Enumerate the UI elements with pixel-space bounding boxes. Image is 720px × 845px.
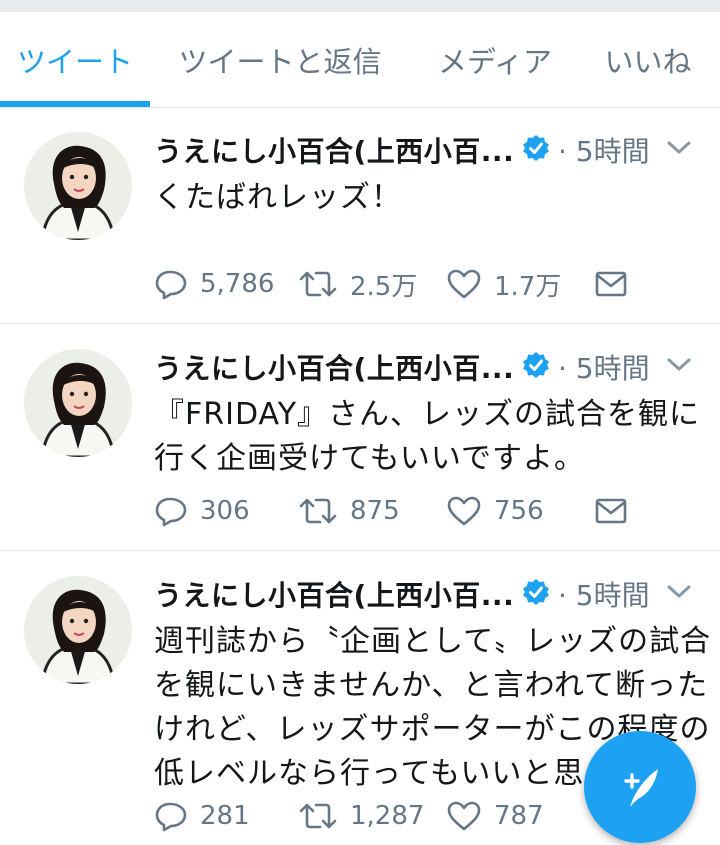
avatar[interactable] bbox=[24, 132, 132, 240]
active-tab-indicator bbox=[0, 101, 150, 107]
timestamp[interactable]: · 5時間 bbox=[558, 130, 650, 170]
like-count: 1.7万 bbox=[494, 271, 562, 302]
verified-badge-icon bbox=[523, 352, 549, 378]
tab-tweets[interactable]: ツイート bbox=[0, 12, 150, 108]
reply-button[interactable]: 281 bbox=[154, 796, 250, 836]
reply-icon bbox=[155, 497, 187, 527]
retweet-button[interactable]: 1,287 bbox=[298, 796, 424, 836]
timestamp[interactable]: · 5時間 bbox=[558, 574, 650, 614]
tweet-header: うえにし小百合(上西小百... · 5時間 bbox=[154, 130, 700, 170]
avatar-image bbox=[24, 132, 132, 240]
retweet-icon bbox=[299, 803, 337, 829]
tab-tweets-and-replies[interactable]: ツイートと返信 bbox=[160, 12, 400, 108]
reply-button[interactable]: 5,786 bbox=[154, 264, 274, 304]
retweet-button[interactable]: 875 bbox=[298, 491, 400, 531]
retweet-count: 1,287 bbox=[350, 801, 425, 831]
reply-count: 281 bbox=[200, 801, 250, 831]
envelope-icon bbox=[595, 271, 627, 297]
tweet-actions: 306 875 756 bbox=[154, 491, 654, 531]
tweet-actions: 281 1,287 787 bbox=[154, 796, 654, 836]
tweet-text-line: 『FRIDAY』さん、レッズの試合を観に bbox=[154, 397, 701, 432]
compose-tweet-button[interactable] bbox=[584, 731, 696, 843]
heart-icon bbox=[447, 496, 481, 526]
tweet-text-line: を観にいきませんか、と言われて断った bbox=[154, 668, 709, 703]
retweet-button[interactable]: 2.5万 bbox=[298, 264, 417, 304]
author-name[interactable]: うえにし小百合(上西小百... bbox=[154, 347, 514, 387]
heart-icon bbox=[447, 801, 481, 831]
profile-tabs: ツイート ツイートと返信 メディア いいね bbox=[0, 12, 720, 108]
retweet-icon bbox=[299, 271, 337, 297]
tweet[interactable]: うえにし小百合(上西小百... · 5時間 『FRIDAY』さん、レッズの試合を… bbox=[0, 325, 720, 551]
envelope-icon bbox=[595, 498, 627, 524]
tweet-text-line: 行く企画受けてもいいですよ。 bbox=[154, 441, 585, 476]
dm-button[interactable] bbox=[594, 264, 640, 304]
reply-button[interactable]: 306 bbox=[154, 491, 250, 531]
tweet-text: 『FRIDAY』さん、レッズの試合を観に 行く企画受けてもいいですよ。 bbox=[154, 393, 706, 481]
verified-badge-icon bbox=[523, 135, 549, 161]
dm-button[interactable] bbox=[594, 491, 640, 531]
heart-icon bbox=[447, 269, 481, 299]
chevron-down-icon[interactable] bbox=[666, 138, 692, 158]
tweet-header: うえにし小百合(上西小百... · 5時間 bbox=[154, 347, 700, 387]
tweet-text: くたばれレッズ！ bbox=[154, 176, 706, 220]
author-name[interactable]: うえにし小百合(上西小百... bbox=[154, 574, 514, 614]
avatar-image bbox=[24, 576, 132, 684]
tab-media[interactable]: メディア bbox=[420, 12, 570, 108]
tweet-header: うえにし小百合(上西小百... · 5時間 bbox=[154, 574, 700, 614]
timestamp[interactable]: · 5時間 bbox=[558, 347, 650, 387]
like-button[interactable]: 756 bbox=[446, 491, 544, 531]
like-count: 787 bbox=[494, 801, 544, 831]
tab-likes[interactable]: いいね bbox=[588, 12, 708, 108]
chevron-down-icon[interactable] bbox=[666, 355, 692, 375]
tweet-text-line: くたばれレッズ！ bbox=[154, 180, 402, 215]
retweet-icon bbox=[299, 498, 337, 524]
retweet-count: 875 bbox=[350, 496, 400, 526]
like-button[interactable]: 1.7万 bbox=[446, 264, 561, 304]
avatar-image bbox=[24, 349, 132, 457]
like-button[interactable]: 787 bbox=[446, 796, 544, 836]
like-count: 756 bbox=[494, 496, 544, 526]
author-name[interactable]: うえにし小百合(上西小百... bbox=[154, 130, 514, 170]
reply-count: 306 bbox=[200, 496, 250, 526]
top-strip bbox=[0, 0, 720, 12]
verified-badge-icon bbox=[523, 579, 549, 605]
retweet-count: 2.5万 bbox=[350, 271, 418, 302]
tweet-actions: 5,786 2.5万 1.7万 bbox=[154, 264, 654, 304]
reply-icon bbox=[155, 270, 187, 300]
avatar[interactable] bbox=[24, 349, 132, 457]
tweet-text-line: 週刊誌から〝企画として〟レッズの試合 bbox=[154, 624, 712, 659]
reply-icon bbox=[155, 802, 187, 832]
reply-count: 5,786 bbox=[200, 269, 275, 299]
chevron-down-icon[interactable] bbox=[666, 582, 692, 602]
tweet[interactable]: うえにし小百合(上西小百... · 5時間 くたばれレッズ！ 5,786 2.5… bbox=[0, 108, 720, 324]
compose-tweet-icon bbox=[624, 769, 658, 807]
avatar[interactable] bbox=[24, 576, 132, 684]
